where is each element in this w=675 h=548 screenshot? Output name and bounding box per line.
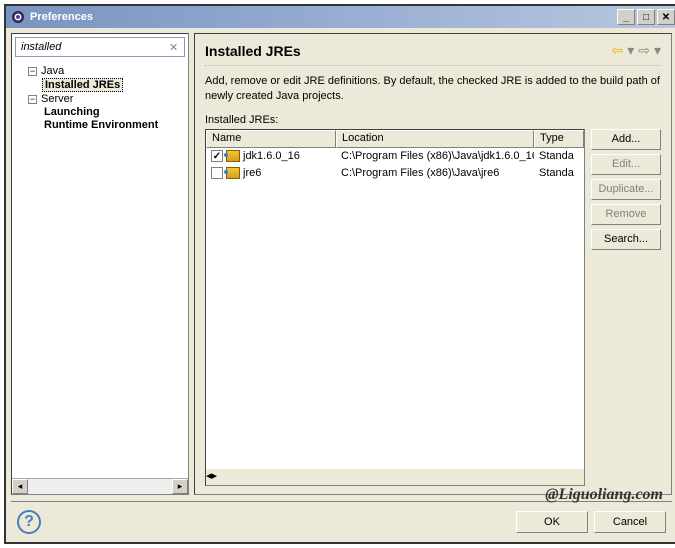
forward-menu-icon[interactable]: ▾ [654, 42, 661, 59]
tree-node-runtime-env[interactable]: Runtime Environment [42, 119, 160, 131]
close-button[interactable]: ✕ [657, 9, 675, 25]
title-bar[interactable]: Preferences _ □ ✕ [6, 6, 675, 28]
tree-node-server[interactable]: Server [39, 93, 75, 105]
expand-java-icon[interactable]: − [28, 67, 37, 76]
scroll-right-icon[interactable]: ▸ [212, 469, 218, 485]
col-name[interactable]: Name [206, 130, 336, 148]
jre-checkbox[interactable] [211, 167, 223, 179]
page-title: Installed JREs [205, 43, 611, 59]
back-icon[interactable]: ⇦ [611, 42, 623, 59]
search-button[interactable]: Search... [591, 229, 661, 250]
page-description: Add, remove or edit JRE definitions. By … [205, 74, 661, 104]
scroll-right-icon[interactable]: ▸ [172, 479, 188, 494]
add-button[interactable]: Add... [591, 129, 661, 150]
back-menu-icon[interactable]: ▾ [627, 42, 634, 59]
maximize-button[interactable]: □ [637, 9, 655, 25]
jre-table[interactable]: Name Location Type ✓jdk1.6.0_16 C:\Progr… [205, 129, 585, 486]
col-location[interactable]: Location [336, 130, 534, 148]
tree-node-launching[interactable]: Launching [42, 106, 102, 118]
nav-tree[interactable]: −Java Installed JREs −Server Launching R… [12, 60, 188, 478]
table-hscrollbar[interactable]: ◂ ▸ [206, 469, 584, 485]
cancel-button[interactable]: Cancel [594, 511, 666, 533]
app-icon [10, 9, 26, 25]
ok-button[interactable]: OK [516, 511, 588, 533]
clear-filter-icon[interactable]: ✕ [169, 41, 181, 53]
forward-icon: ⇨ [638, 42, 650, 59]
watermark: @Liguoliang.com [545, 486, 663, 504]
nav-hscrollbar[interactable]: ◂ ▸ [12, 478, 188, 494]
nav-pane: ✕ −Java Installed JREs −Server [11, 33, 189, 495]
content-pane: Installed JREs ⇦ ▾ ⇨ ▾ Add, remove or ed… [194, 33, 672, 495]
table-row[interactable]: jre6 C:\Program Files (x86)\Java\jre6 St… [206, 165, 584, 182]
jre-icon [226, 150, 240, 162]
table-row[interactable]: ✓jdk1.6.0_16 C:\Program Files (x86)\Java… [206, 148, 584, 165]
remove-button[interactable]: Remove [591, 204, 661, 225]
window-title: Preferences [30, 11, 615, 23]
tree-node-java[interactable]: Java [39, 65, 66, 77]
duplicate-button[interactable]: Duplicate... [591, 179, 661, 200]
jre-icon [226, 167, 240, 179]
help-icon[interactable]: ? [17, 510, 41, 534]
scroll-left-icon[interactable]: ◂ [12, 479, 28, 494]
edit-button[interactable]: Edit... [591, 154, 661, 175]
minimize-button[interactable]: _ [617, 9, 635, 25]
col-type[interactable]: Type [534, 130, 584, 148]
filter-input[interactable] [19, 40, 169, 54]
filter-input-wrap[interactable]: ✕ [15, 37, 185, 57]
table-label: Installed JREs: [205, 114, 661, 126]
preferences-dialog: Preferences _ □ ✕ ✕ −Java Installed JREs [4, 4, 675, 544]
tree-node-installed-jres[interactable]: Installed JREs [42, 78, 123, 92]
jre-checkbox[interactable]: ✓ [211, 150, 223, 162]
expand-server-icon[interactable]: − [28, 95, 37, 104]
